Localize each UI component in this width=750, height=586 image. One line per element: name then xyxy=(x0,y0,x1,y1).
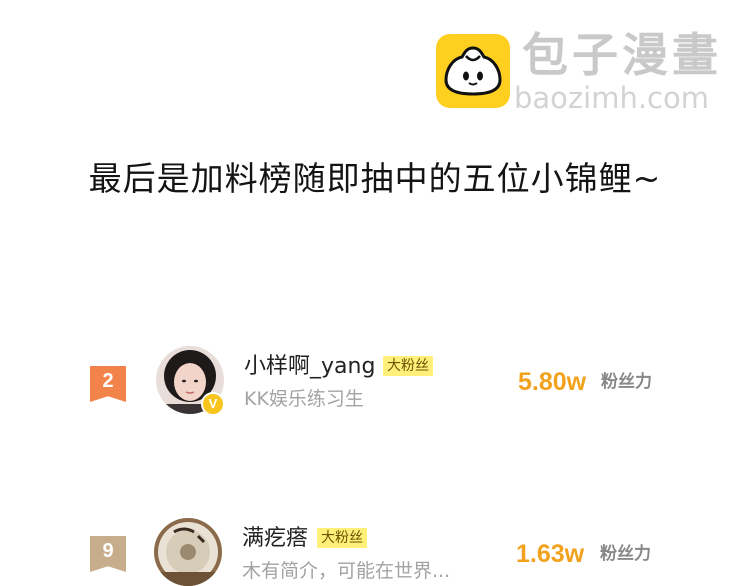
watermark-url: baozimh.com xyxy=(514,81,709,115)
fan-score-label: 粉丝力 xyxy=(600,544,651,564)
user-subtitle: KK娱乐练习生 xyxy=(244,388,364,410)
fan-score: 1.63w xyxy=(516,540,585,568)
avatar[interactable] xyxy=(154,518,222,586)
page-headline: 最后是加料榜随即抽中的五位小锦鲤~ xyxy=(88,159,662,198)
fan-level-tag: 大粉丝 xyxy=(383,356,433,376)
username[interactable]: 满疙瘩 xyxy=(242,528,308,550)
ranking-row[interactable]: 9 满疙瘩 大粉丝 木有简介，可能在世界... 1.63w 粉丝力 xyxy=(0,514,750,586)
rank-badge: 9 xyxy=(90,536,126,572)
verified-badge-icon: V xyxy=(201,392,225,416)
fan-level-tag: 大粉丝 xyxy=(317,528,367,548)
fan-score-label: 粉丝力 xyxy=(601,372,652,392)
fan-score: 5.80w xyxy=(518,368,587,396)
watermark-brand: 包子漫畫 xyxy=(522,28,722,82)
user-subtitle: 木有简介，可能在世界... xyxy=(242,560,451,582)
baozi-logo-icon xyxy=(436,34,510,108)
username[interactable]: 小样啊_yang xyxy=(244,356,375,378)
rank-badge: 2 xyxy=(90,366,126,402)
ranking-row[interactable]: 2 V 小样啊_yang 大粉丝 KK娱乐练习生 5.80w 粉丝力 xyxy=(0,342,750,422)
comic-page: 包子漫畫 baozimh.com 最后是加料榜随即抽中的五位小锦鲤~ 2 V 小… xyxy=(0,0,750,586)
